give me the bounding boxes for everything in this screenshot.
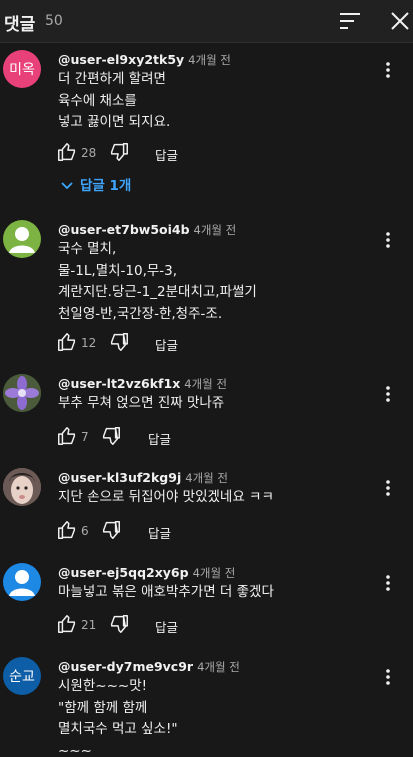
- avatar-label: 미옥: [9, 62, 35, 78]
- comment-time: 4개월 전: [197, 660, 240, 674]
- more-options-icon[interactable]: [380, 230, 396, 250]
- comment-line: 지단 손으로 뒤집어야 맛있겠네요 ㅋㅋ: [58, 489, 274, 505]
- comment-item: @user-lt2vz6kf1x 4개월 전 부추 무쳐 얹으면 진짜 맛나쥬 7…: [0, 372, 413, 452]
- reply-button[interactable]: 답글: [155, 617, 178, 636]
- dislike-icon[interactable]: [108, 331, 130, 353]
- more-options-icon[interactable]: [380, 60, 396, 80]
- comment-author-line: @user-lt2vz6kf1x 4개월 전: [58, 376, 227, 392]
- comment-author-line: @user-et7bw5oi4b 4개월 전: [58, 222, 236, 238]
- author-name[interactable]: @user-et7bw5oi4b: [58, 222, 190, 237]
- comment-author-line: @user-el9xy2tk5y 4개월 전: [58, 52, 231, 68]
- comment-text: 국수 멸치, 물-1L,멸치-10,무-3, 계란지단.당근-1_2분대치고,파…: [58, 239, 257, 325]
- default-person-icon: [9, 570, 35, 596]
- comment-time: 4개월 전: [184, 377, 227, 391]
- comment-line: 마늘넣고 볶은 애호박추가면 더 좋겠다: [58, 584, 274, 600]
- more-options-icon[interactable]: [380, 573, 396, 593]
- comment-item: @user-ej5qq2xy6p 4개월 전 마늘넣고 볶은 애호박추가면 더 좋…: [0, 561, 413, 641]
- comment-item: @user-kl3uf2kg9j 4개월 전 지단 손으로 뒤집어야 맛있겠네요 …: [0, 466, 413, 546]
- avatar[interactable]: [3, 220, 41, 258]
- comment-line: 육수에 채소를: [58, 92, 137, 109]
- purple-flower-photo: [3, 374, 41, 412]
- author-name[interactable]: @user-el9xy2tk5y: [58, 52, 184, 67]
- more-options-icon[interactable]: [380, 667, 396, 687]
- comment-line: 물-1L,멸치-10,무-3,: [58, 262, 178, 279]
- like-icon[interactable]: [56, 519, 78, 541]
- reply-button[interactable]: 답글: [155, 145, 178, 164]
- author-name[interactable]: @user-kl3uf2kg9j: [58, 470, 181, 485]
- avatar[interactable]: [3, 374, 41, 412]
- more-options-icon[interactable]: [380, 384, 396, 404]
- comment-line: 시원한~~~맛!: [58, 678, 148, 694]
- like-count: 28: [81, 146, 97, 160]
- comment-author-line: @user-ej5qq2xy6p 4개월 전: [58, 565, 235, 581]
- dislike-icon[interactable]: [100, 519, 122, 541]
- reply-button[interactable]: 답글: [155, 335, 178, 354]
- comment-time: 4개월 전: [192, 566, 236, 580]
- like-icon[interactable]: [56, 331, 78, 353]
- comment-line: 부추 무쳐 얹으면 진짜 맛나쥬: [58, 395, 225, 411]
- more-options-icon[interactable]: [380, 478, 396, 498]
- sort-icon[interactable]: [338, 10, 362, 32]
- comment-time: 4개월 전: [193, 223, 237, 237]
- dislike-icon[interactable]: [100, 425, 122, 447]
- comment-item: @user-et7bw5oi4b 4개월 전 국수 멸치, 물-1L,멸치-10,…: [0, 218, 413, 358]
- avatar[interactable]: 미옥: [3, 50, 41, 88]
- like-count: 12: [81, 336, 97, 350]
- avatar[interactable]: 순교: [3, 657, 41, 695]
- comment-author-line: @user-kl3uf2kg9j 4개월 전: [58, 470, 228, 486]
- close-icon[interactable]: [388, 9, 412, 33]
- comment-text: 지단 손으로 뒤집어야 맛있겠네요 ㅋㅋ: [58, 487, 274, 509]
- comment-text: 마늘넣고 볶은 애호박추가면 더 좋겠다: [58, 582, 274, 604]
- comment-line: 천일영-반,국간장-한,청주-조.: [58, 305, 223, 322]
- avatar[interactable]: [3, 468, 41, 506]
- comment-count: 50: [45, 13, 63, 29]
- like-count: 7: [81, 430, 89, 444]
- like-icon[interactable]: [56, 613, 78, 635]
- author-name[interactable]: @user-dy7me9vc9r: [58, 659, 193, 674]
- comments-header: 댓글 50: [0, 0, 413, 43]
- avatar-label: 순교: [9, 669, 35, 685]
- chevron-down-icon: [61, 182, 73, 190]
- header-title: 댓글: [4, 15, 36, 35]
- comment-line: 멸치국수 먹고 싶소!": [58, 721, 178, 737]
- comment-text: 더 간편하게 할려면 육수에 채소를 넣고 끓이면 되지요.: [58, 69, 170, 134]
- like-icon[interactable]: [56, 141, 78, 163]
- comment-text: 부추 무쳐 얹으면 진짜 맛나쥬: [58, 393, 224, 415]
- replies-label: 답글 1개: [80, 178, 132, 194]
- like-count: 6: [81, 524, 89, 538]
- author-name[interactable]: @user-lt2vz6kf1x: [58, 376, 180, 391]
- face-photo: [3, 468, 41, 506]
- comment-author-line: @user-dy7me9vc9r 4개월 전: [58, 659, 240, 675]
- comment-line: 넣고 끓이면 되지요.: [58, 114, 171, 130]
- comment-time: 4개월 전: [188, 53, 231, 67]
- comment-line: 더 간편하게 할려면: [58, 71, 166, 87]
- default-person-icon: [9, 227, 35, 253]
- dislike-icon[interactable]: [108, 613, 130, 635]
- comment-line: ~~~: [58, 742, 92, 757]
- comment-time: 4개월 전: [185, 471, 228, 485]
- reply-button[interactable]: 답글: [148, 429, 171, 448]
- comment-line: "함께 함께 함께: [58, 699, 148, 716]
- reply-button[interactable]: 답글: [148, 523, 171, 542]
- like-count: 21: [81, 618, 97, 632]
- avatar[interactable]: [3, 563, 41, 601]
- comment-text: 시원한~~~맛! "함께 함께 함께 멸치국수 먹고 싶소!" ~~~: [58, 676, 178, 757]
- author-name[interactable]: @user-ej5qq2xy6p: [58, 565, 189, 580]
- view-replies-button[interactable]: 답글 1개: [60, 174, 131, 196]
- comment-item: 순교 @user-dy7me9vc9r 4개월 전 시원한~~~맛! "함께 함께…: [0, 655, 413, 757]
- comment-line: 국수 멸치,: [58, 241, 117, 257]
- dislike-icon[interactable]: [108, 141, 130, 163]
- comment-line: 계란지단.당근-1_2분대치고,파썰기: [58, 284, 257, 300]
- like-icon[interactable]: [56, 425, 78, 447]
